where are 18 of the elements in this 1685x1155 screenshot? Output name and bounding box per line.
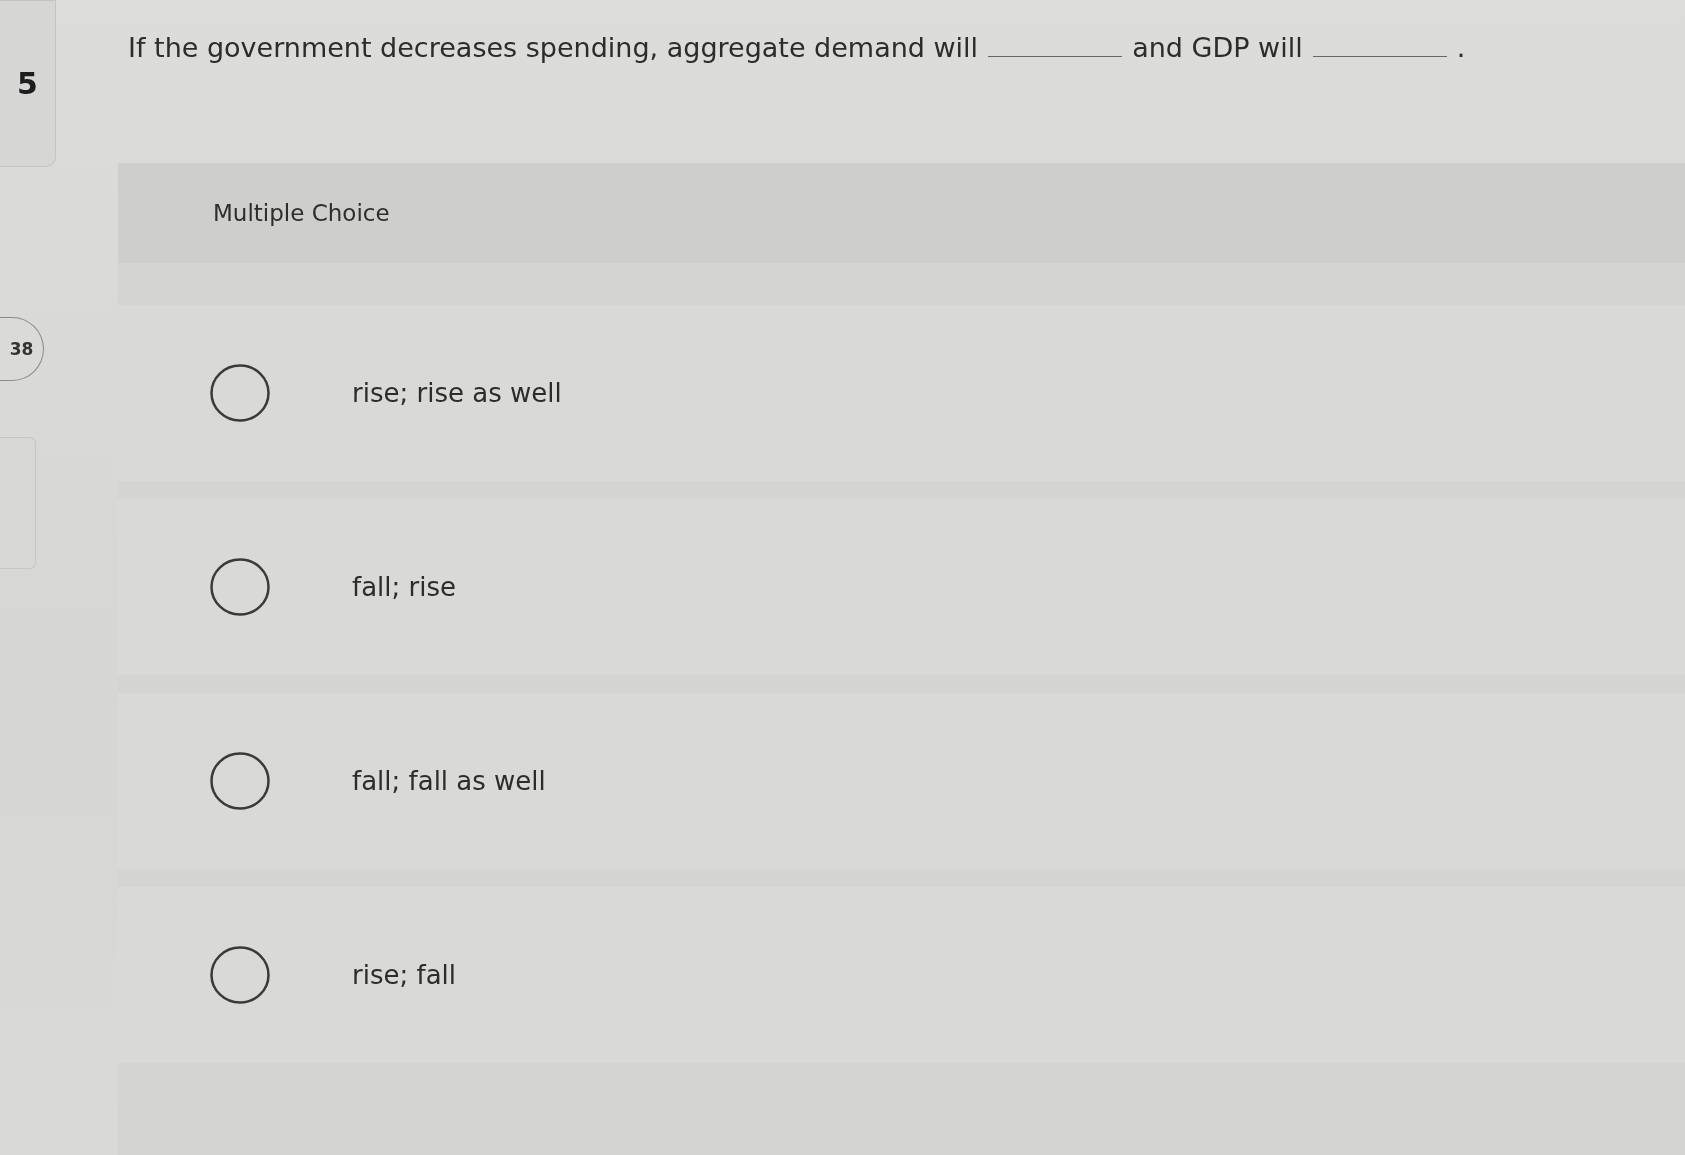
radio-button[interactable]	[210, 752, 270, 810]
question-text: If the government decreases spending, aggregate demand will	[128, 31, 979, 65]
option-label: rise; rise as well	[352, 378, 562, 408]
question-text: .	[1456, 31, 1466, 65]
question-number-card[interactable]: 5	[0, 0, 56, 167]
option-row[interactable]: rise; rise as well	[118, 305, 1685, 481]
question-text: and GDP will	[1132, 31, 1303, 65]
radio-button[interactable]	[210, 946, 270, 1004]
option-row[interactable]: fall; rise	[118, 499, 1685, 675]
option-label: rise; fall	[352, 960, 456, 990]
panel-heading: Multiple Choice	[213, 200, 390, 226]
option-row[interactable]: fall; fall as well	[118, 693, 1685, 869]
radio-button[interactable]	[210, 558, 270, 616]
option-row[interactable]: rise; fall	[118, 887, 1685, 1063]
radio-button[interactable]	[210, 364, 270, 422]
option-label: fall; fall as well	[352, 766, 546, 796]
option-label: fall; rise	[352, 572, 456, 602]
points-badge: 38	[0, 317, 44, 381]
